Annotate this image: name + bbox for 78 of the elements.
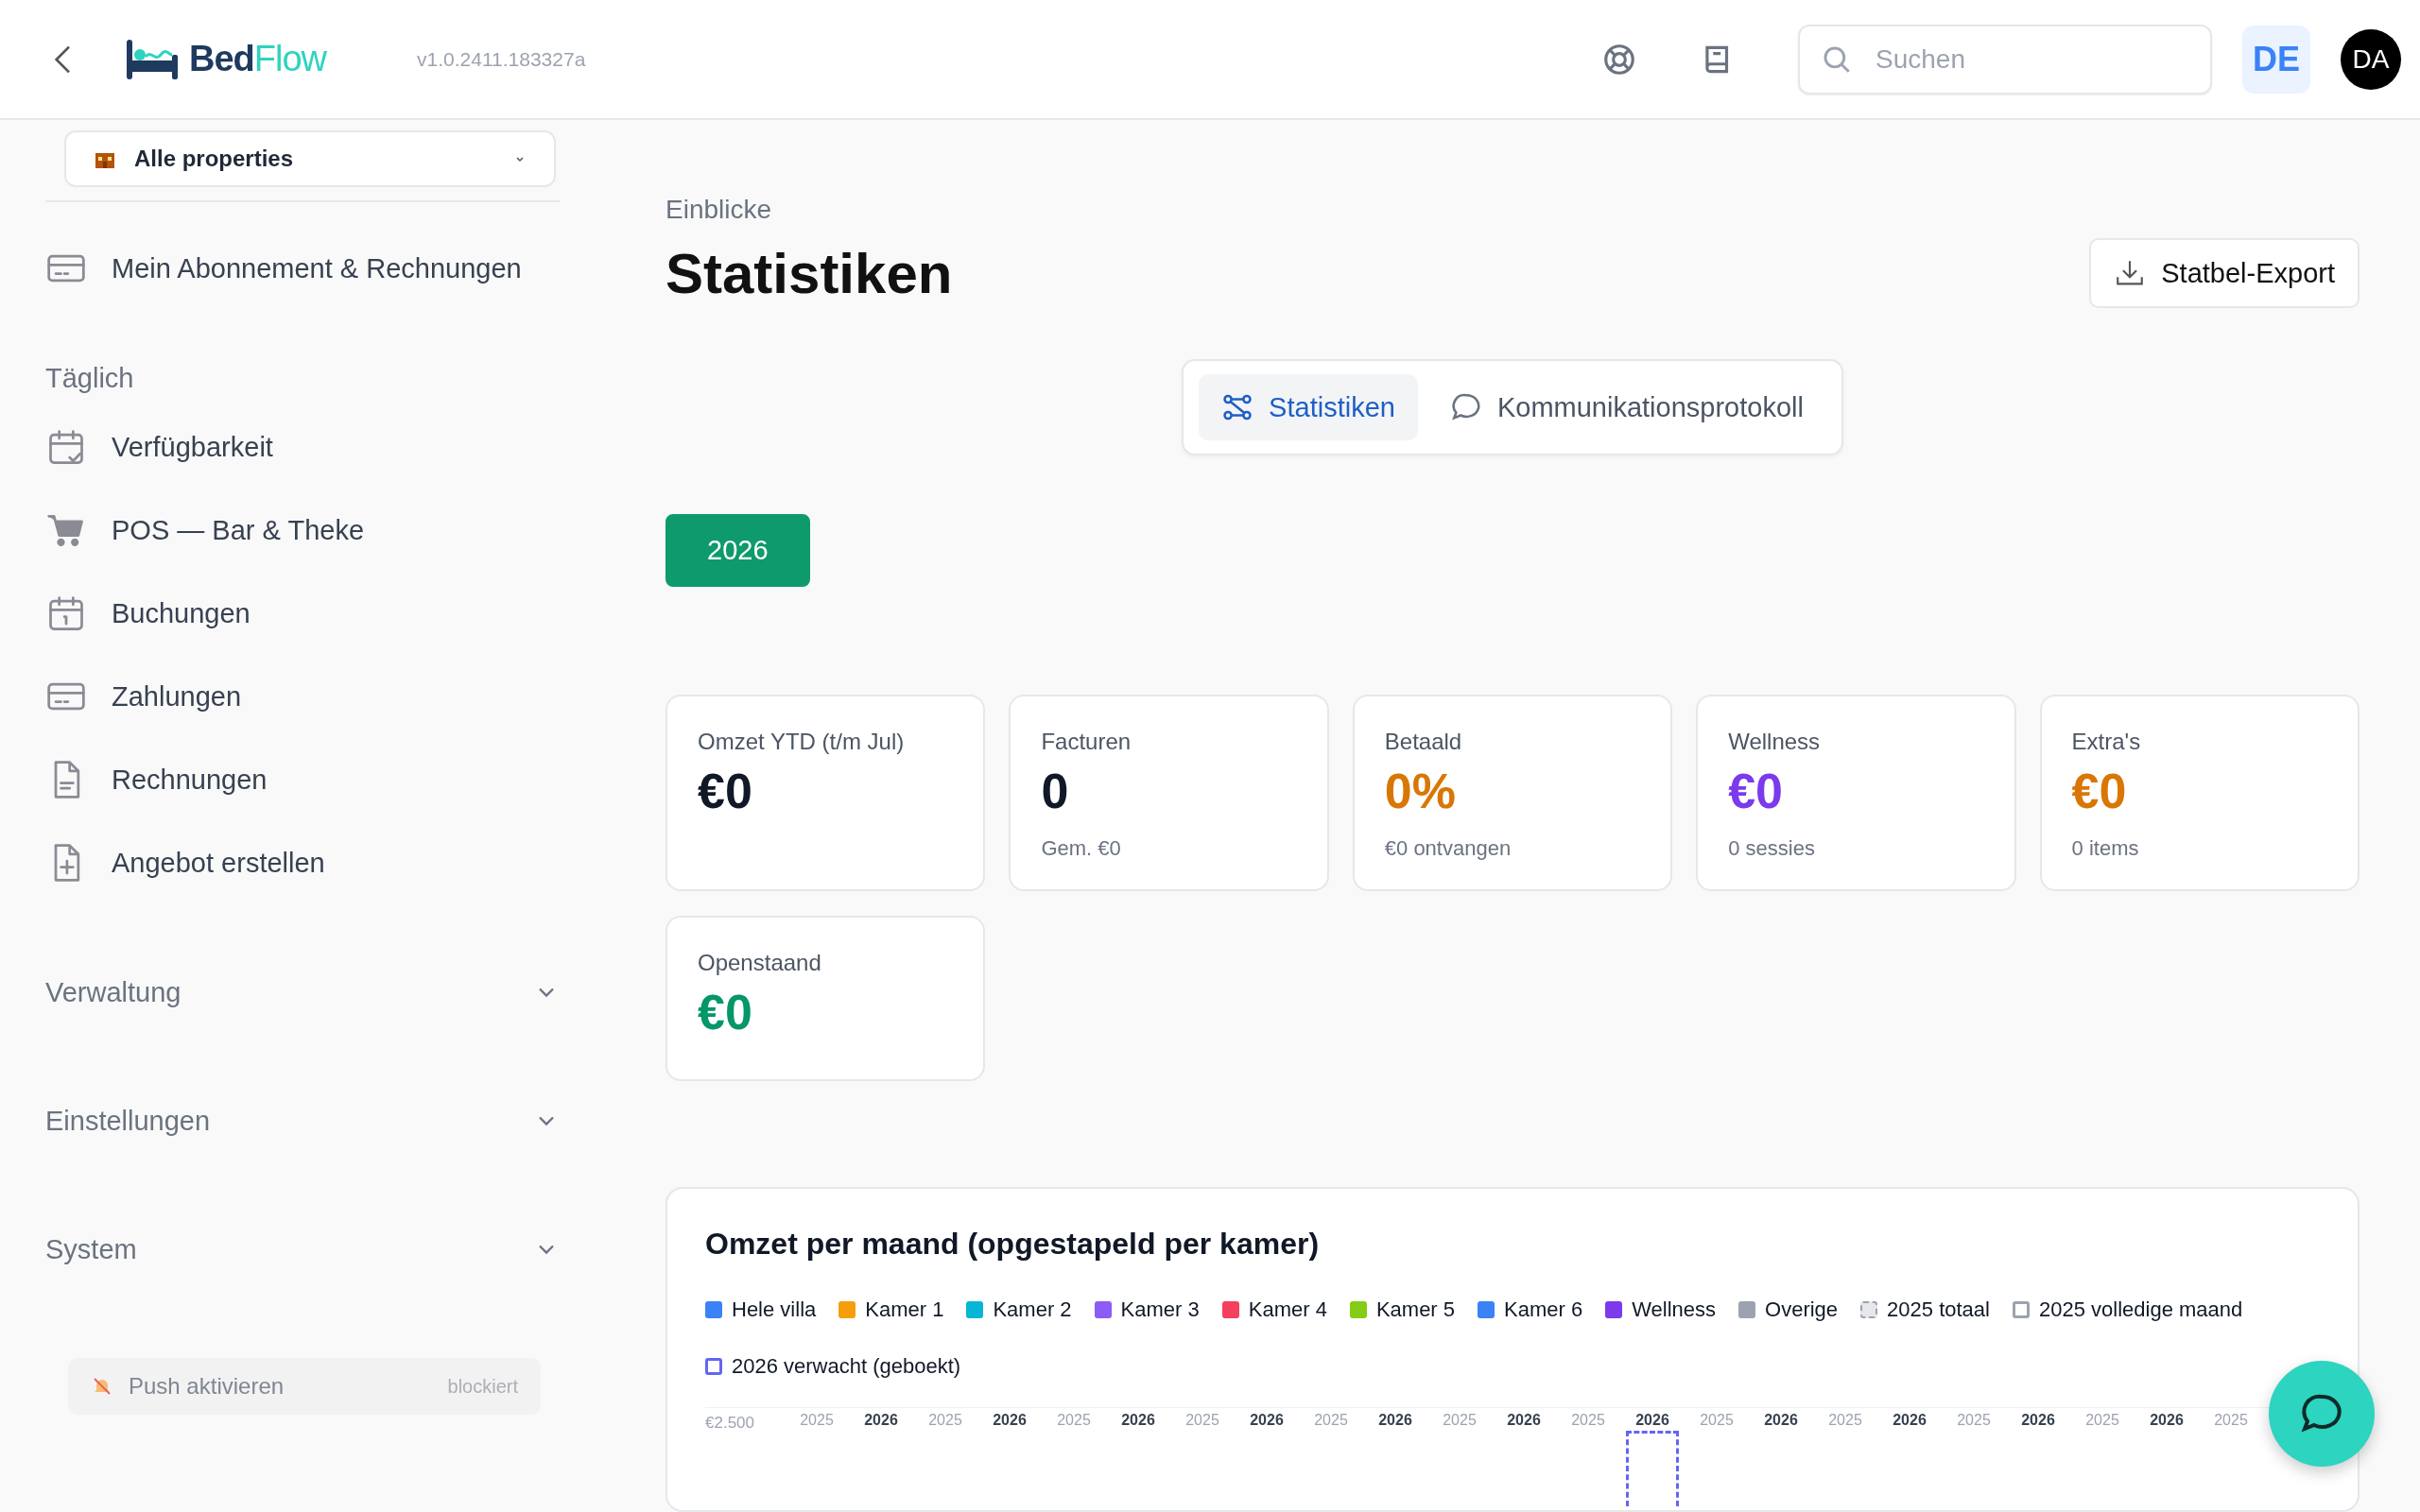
stat-label: Betaald bbox=[1384, 729, 1463, 755]
axis-label: 2026 bbox=[1121, 1412, 1155, 1429]
year-button[interactable]: 2026 bbox=[666, 514, 810, 587]
sidebar-item[interactable]: Mein Abonnement & Rechnungen bbox=[45, 227, 560, 310]
axis-label: 2025 bbox=[928, 1412, 962, 1429]
stat-note: 0 items bbox=[2071, 836, 2140, 861]
tab[interactable]: Kommunikationsprotokoll bbox=[1426, 374, 1826, 440]
legend-item[interactable]: Kamer 1 bbox=[838, 1297, 944, 1322]
stat-label: Facturen bbox=[1041, 729, 1132, 755]
push-label: Push aktivieren bbox=[129, 1373, 285, 1400]
stat-value: 0 bbox=[1041, 763, 1070, 819]
legend-item[interactable]: Kamer 6 bbox=[1478, 1297, 1583, 1322]
stat-value: €0 bbox=[1728, 763, 1785, 819]
section-toggle[interactable]: System bbox=[45, 1209, 560, 1290]
axis-label: 2025 bbox=[1314, 1412, 1348, 1429]
sidebar-item[interactable]: Angebot erstellen bbox=[45, 821, 560, 904]
export-button[interactable]: Statbel-Export bbox=[2089, 238, 2360, 308]
sidebar-item[interactable]: Buchungen bbox=[45, 572, 560, 655]
stat-value: €0 bbox=[698, 984, 753, 1040]
stat-label: Extra's bbox=[2071, 729, 2142, 755]
axis-label: 2026 bbox=[1764, 1412, 1798, 1429]
legend-item[interactable]: Kamer 3 bbox=[1094, 1297, 1200, 1322]
sidebar-item[interactable]: Rechnungen bbox=[45, 738, 560, 821]
version-label: v1.0.2411.183327a bbox=[417, 47, 586, 71]
axis-label: 2026 bbox=[2021, 1412, 2055, 1429]
user-avatar[interactable]: DA bbox=[2341, 28, 2401, 90]
legend-item[interactable]: Overige bbox=[1738, 1297, 1839, 1322]
chart-title: Omzet per maand (opgestapeld per kamer) bbox=[705, 1227, 1321, 1262]
legend-item[interactable]: Wellness bbox=[1605, 1297, 1717, 1322]
axis-label: 2025 bbox=[800, 1412, 834, 1429]
stat-label: Omzet YTD (t/m Jul) bbox=[698, 729, 906, 755]
stat-value: €0 bbox=[2071, 763, 2128, 819]
stat-note: Gem. €0 bbox=[1041, 836, 1122, 861]
page-title: Statistiken bbox=[666, 240, 953, 306]
tab[interactable]: Statistiken bbox=[1199, 374, 1418, 440]
legend-item[interactable]: Hele villa bbox=[705, 1297, 817, 1322]
axis-label: 2025 bbox=[2214, 1412, 2248, 1429]
section-heading: Täglich bbox=[45, 363, 135, 394]
push-status: blockiert bbox=[447, 1375, 518, 1398]
axis-label: 2025 bbox=[2085, 1412, 2119, 1429]
legend-item[interactable]: Kamer 4 bbox=[1221, 1297, 1327, 1322]
stat-label: Wellness bbox=[1728, 729, 1822, 755]
stat-value: 0% bbox=[1384, 763, 1457, 819]
axis-label: 2026 bbox=[1507, 1412, 1541, 1429]
section-toggle[interactable]: Einstellungen bbox=[45, 1080, 560, 1161]
logo-text: BedFlow bbox=[189, 39, 327, 79]
bed-icon bbox=[125, 39, 180, 79]
sidebar-item[interactable]: Verfügbarkeit bbox=[45, 405, 560, 489]
axis-label: 2026 bbox=[864, 1412, 898, 1429]
axis-label: 2025 bbox=[1700, 1412, 1734, 1429]
search-field[interactable]: Suchen bbox=[1798, 24, 2212, 94]
stat-note: €0 ontvangen bbox=[1384, 836, 1512, 861]
axis-label: €2.500 bbox=[705, 1414, 755, 1433]
axis-label: 2025 bbox=[1443, 1412, 1477, 1429]
sidebar-item[interactable]: POS — Bar & Theke bbox=[45, 489, 560, 572]
legend-item[interactable]: 2025 volledige maand bbox=[2013, 1297, 2243, 1322]
breadcrumb: Einblicke bbox=[666, 195, 773, 225]
axis-label: 2026 bbox=[2150, 1412, 2184, 1429]
axis-label: 2026 bbox=[1893, 1412, 1927, 1429]
axis-label: 2025 bbox=[1185, 1412, 1219, 1429]
stat-note: 0 sessies bbox=[1728, 836, 1816, 861]
legend-item[interactable]: 2026 verwacht (geboekt) bbox=[705, 1354, 961, 1379]
axis-label: 2026 bbox=[1378, 1412, 1412, 1429]
property-select[interactable]: Alle properties bbox=[64, 130, 556, 187]
axis-label: 2026 bbox=[993, 1412, 1027, 1429]
axis-label: 2026 bbox=[1250, 1412, 1284, 1429]
sidebar-item[interactable]: Zahlungen bbox=[45, 655, 560, 738]
stat-label: Openstaand bbox=[698, 950, 822, 976]
legend-item[interactable]: 2025 totaal bbox=[1860, 1297, 1990, 1322]
stat-value: €0 bbox=[698, 763, 753, 819]
axis-label: 2025 bbox=[1957, 1412, 1991, 1429]
legend-item[interactable]: Kamer 2 bbox=[966, 1297, 1072, 1322]
legend-item[interactable]: Kamer 5 bbox=[1349, 1297, 1456, 1322]
axis-label: 2025 bbox=[1057, 1412, 1091, 1429]
section-toggle[interactable]: Verwaltung bbox=[45, 952, 560, 1033]
axis-label: 2026 bbox=[1635, 1412, 1669, 1429]
axis-label: 2025 bbox=[1571, 1412, 1605, 1429]
axis-label: 2025 bbox=[1828, 1412, 1862, 1429]
